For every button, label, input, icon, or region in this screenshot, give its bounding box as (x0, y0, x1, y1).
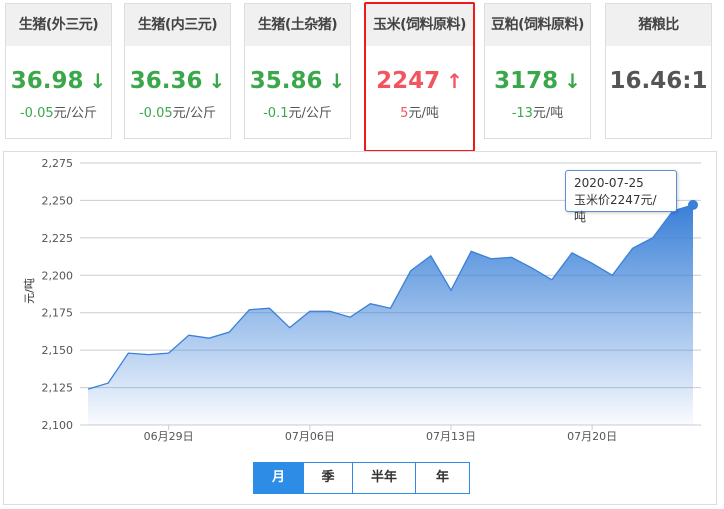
change-value: -13 (511, 106, 533, 121)
period-month-button[interactable]: 月 (254, 463, 303, 493)
card-title: 玉米(饲料原料) (366, 4, 473, 46)
y-tick-label: 2,275 (42, 157, 74, 170)
price-value: 3178 (494, 68, 559, 94)
price-value: 35.86 (249, 68, 323, 94)
price-card[interactable]: 生猪(土杂猪) 35.86 ↓ -0.1元/公斤 (244, 3, 351, 139)
change-unit: 元/吨 (408, 106, 439, 121)
arrow-down-icon: ↓ (564, 69, 581, 93)
card-value: 2247 ↑ (366, 68, 473, 94)
card-title: 豆粕(饲料原料) (485, 4, 590, 46)
y-tick-label: 2,175 (42, 307, 74, 320)
card-change: 5元/吨 (366, 102, 473, 121)
card-value: 36.36 ↓ (125, 68, 230, 94)
card-value: 36.98 ↓ (6, 68, 111, 94)
change-unit: 元/公斤 (288, 106, 332, 121)
y-tick-label: 2,200 (42, 269, 74, 282)
tooltip-value: 玉米价2247元/吨 (574, 193, 657, 224)
card-change: -13元/吨 (485, 102, 590, 121)
card-change: -0.05元/公斤 (6, 102, 111, 121)
price-card[interactable]: 生猪(内三元) 36.36 ↓ -0.05元/公斤 (124, 3, 231, 139)
x-tick-label: 06月29日 (144, 430, 194, 443)
price-card[interactable]: 玉米(饲料原料) 2247 ↑ 5元/吨 (364, 2, 475, 152)
period-quarter-button[interactable]: 季 (303, 463, 352, 493)
change-value: -0.05 (19, 106, 54, 121)
card-change: -0.1元/公斤 (245, 102, 350, 121)
price-value: 36.36 (129, 68, 203, 94)
period-halfyear-button[interactable]: 半年 (352, 463, 415, 493)
change-value: -0.05 (138, 106, 173, 121)
period-year-button[interactable]: 年 (415, 463, 469, 493)
chart-tooltip: 2020-07-25 玉米价2247元/吨 (565, 170, 677, 224)
arrow-up-icon: ↑ (446, 69, 463, 93)
arrow-down-icon: ↓ (208, 69, 226, 93)
y-tick-label: 2,100 (42, 419, 74, 432)
x-tick-label: 07月06日 (285, 430, 335, 443)
price-card[interactable]: 猪粮比 16.46:1 (605, 3, 712, 139)
arrow-down-icon: ↓ (328, 69, 346, 93)
price-card[interactable]: 生猪(外三元) 36.98 ↓ -0.05元/公斤 (5, 3, 112, 139)
period-selector: 月 季 半年 年 (253, 462, 470, 494)
card-value: 35.86 ↓ (245, 68, 350, 94)
price-value: 2247 (376, 68, 441, 94)
change-unit: 元/公斤 (53, 106, 98, 121)
card-change: -0.05元/公斤 (125, 102, 230, 121)
card-title: 猪粮比 (606, 4, 711, 46)
y-axis-label: 元/吨 (23, 278, 36, 304)
y-tick-label: 2,225 (42, 232, 74, 245)
x-tick-label: 07月13日 (426, 430, 476, 443)
card-title: 生猪(外三元) (6, 4, 111, 46)
price-value: 36.98 (10, 68, 84, 94)
card-title: 生猪(土杂猪) (245, 4, 350, 46)
y-tick-label: 2,150 (42, 344, 74, 357)
arrow-down-icon: ↓ (89, 69, 107, 93)
card-value: 16.46:1 (606, 68, 711, 94)
price-card[interactable]: 豆粕(饲料原料) 3178 ↓ -13元/吨 (484, 3, 591, 139)
y-tick-label: 2,250 (42, 194, 74, 207)
x-tick-label: 07月20日 (567, 430, 617, 443)
data-point (688, 199, 698, 210)
card-value: 3178 ↓ (485, 68, 590, 94)
y-tick-label: 2,125 (42, 382, 74, 395)
change-unit: 元/吨 (532, 106, 564, 121)
change-unit: 元/公斤 (172, 106, 217, 121)
card-title: 生猪(内三元) (125, 4, 230, 46)
tooltip-date: 2020-07-25 (574, 176, 644, 190)
change-value: -0.1 (263, 106, 289, 121)
price-value: 16.46:1 (609, 68, 708, 94)
